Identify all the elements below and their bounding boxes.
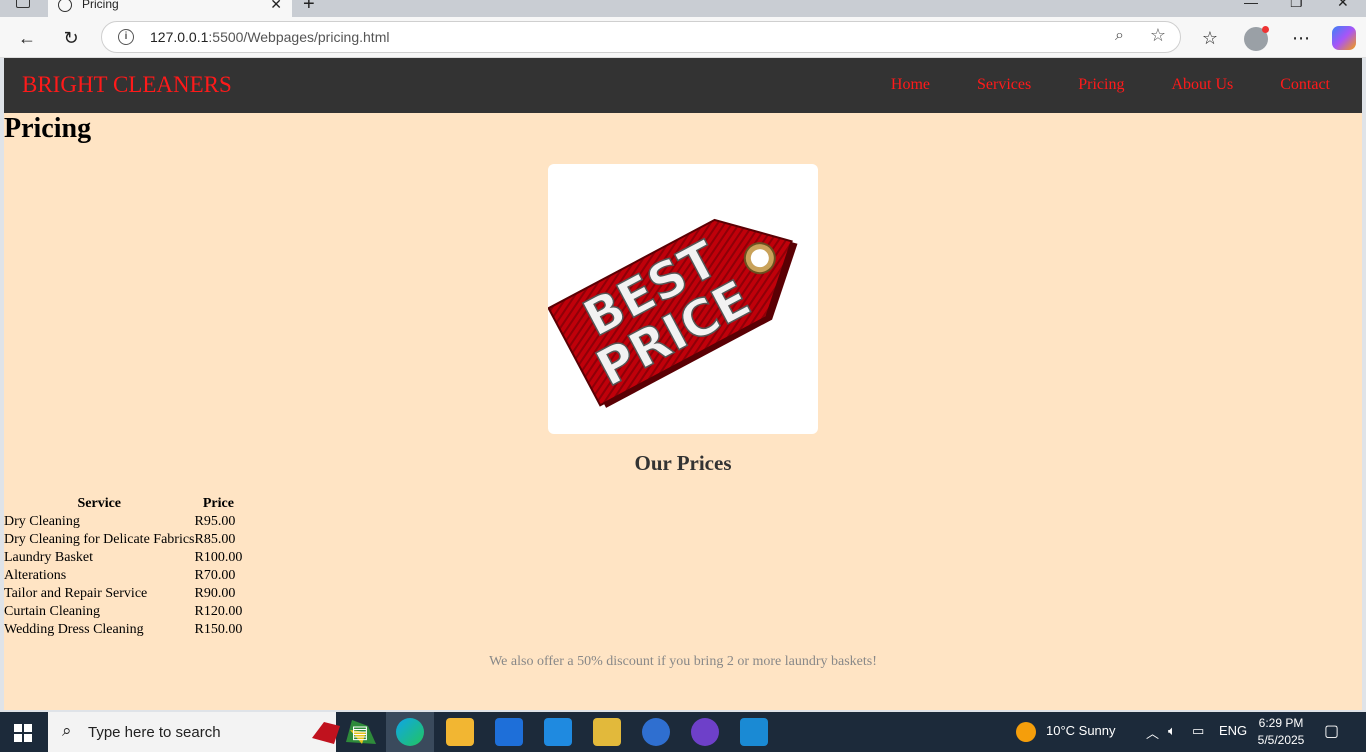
task-view-icon[interactable]: ▤ [346,718,374,746]
price-tag-graphic: BEST PRICE [547,218,798,408]
notifications-icon[interactable]: ▢ [1324,721,1339,741]
more-menu-icon[interactable]: ⋯ [1288,25,1314,51]
tab-title: Pricing [82,0,119,11]
windows-taskbar: ⌕ Type here to search ▤ 10°C Sunny ︿ 🔈︎ … [0,712,1366,752]
nav-about-us[interactable]: About Us [1171,76,1233,94]
header-price: Price [202,496,234,511]
back-icon[interactable]: ← [14,25,40,51]
restore-icon[interactable]: ❐ [1290,0,1303,11]
site-navbar: BRIGHT CLEANERS Home Services Pricing Ab… [4,58,1362,113]
reload-icon[interactable]: ↻ [58,25,84,51]
github-desktop-icon[interactable] [691,718,719,746]
windows-start-icon[interactable] [14,724,32,742]
favorites-icon[interactable]: ☆ [1197,25,1223,51]
service-cell: Alterations [4,568,67,583]
weather-sun-icon[interactable] [1016,722,1036,742]
table-header-row: Service Price [4,495,242,513]
price-cell: R150.00 [194,622,243,637]
price-cell: R90.00 [194,586,236,601]
url-text[interactable]: 127.0.0.1:5500/Webpages/pricing.html [150,29,389,45]
table-row: Alterations R70.00 [4,567,242,585]
favorite-star-icon[interactable]: ☆ [1150,25,1166,46]
new-tab-icon[interactable]: + [303,0,315,16]
file-explorer-icon[interactable] [446,718,474,746]
nav-services[interactable]: Services [977,76,1031,94]
nav-links: Home Services Pricing About Us Contact [844,76,1330,94]
site-info-icon[interactable]: i [118,29,134,45]
section-title: Our Prices [634,451,732,475]
browser-toolbar: ← ↻ i 127.0.0.1:5500/Webpages/pricing.ht… [0,17,1366,58]
header-service: Service [77,496,122,511]
discount-note: We also offer a 50% discount if you brin… [489,654,877,669]
browser-tab[interactable]: Pricing ✕ [48,0,292,17]
price-cell: R95.00 [194,514,236,529]
mail-icon[interactable] [544,718,572,746]
best-price-image: BEST PRICE [547,164,818,434]
tray-chevron-icon[interactable]: ︿ [1146,723,1159,742]
edge-browser-icon[interactable] [396,718,424,746]
price-cell: R100.00 [194,550,243,565]
table-row: Dry Cleaning R95.00 [4,513,242,531]
store-icon[interactable] [495,718,523,746]
price-cell: R85.00 [194,532,236,547]
tab-strip: Pricing ✕ + — ❐ ✕ [0,0,1366,17]
close-window-icon[interactable]: ✕ [1337,0,1349,11]
globe-icon [58,0,72,12]
nav-pricing[interactable]: Pricing [1078,76,1124,94]
zoom-icon[interactable]: ⌕ [1115,27,1124,45]
minimize-icon[interactable]: — [1244,0,1258,10]
table-row: Laundry Basket R100.00 [4,549,242,567]
table-row: Dry Cleaning for Delicate Fabrics R85.00 [4,531,242,549]
price-table: Service Price Dry Cleaning R95.00 Dry Cle… [4,495,242,639]
tab-actions-icon[interactable] [16,0,30,8]
accessibility-app-icon[interactable] [642,718,670,746]
service-cell: Laundry Basket [4,550,94,565]
notification-dot [1262,26,1269,33]
table-row: Wedding Dress Cleaning R150.00 [4,621,242,639]
table-row: Curtain Cleaning R120.00 [4,603,242,621]
service-cell: Wedding Dress Cleaning [4,622,144,637]
price-cell: R70.00 [194,568,236,583]
language-indicator[interactable]: ENG [1219,723,1247,738]
page-viewport: BRIGHT CLEANERS Home Services Pricing Ab… [4,58,1362,710]
service-cell: Curtain Cleaning [4,604,101,619]
nav-contact[interactable]: Contact [1280,76,1330,94]
clock-date: 5/5/2025 [1257,733,1305,747]
nav-home[interactable]: Home [891,76,930,94]
weather-text[interactable]: 10°C Sunny [1046,723,1116,738]
paint-app-icon[interactable] [593,718,621,746]
search-icon: ⌕ [62,721,72,740]
address-bar[interactable]: i 127.0.0.1:5500/Webpages/pricing.html ⌕… [101,21,1181,53]
taskbar-search[interactable]: ⌕ Type here to search [48,712,376,752]
service-cell: Dry Cleaning [4,514,80,529]
service-cell: Tailor and Repair Service [4,586,148,601]
site-brand[interactable]: BRIGHT CLEANERS [22,72,232,98]
system-clock[interactable]: 6:29 PM 5/5/2025 [1256,715,1306,749]
page-title: Pricing [4,113,92,144]
service-cell: Dry Cleaning for Delicate Fabrics [4,532,195,547]
close-tab-icon[interactable]: ✕ [270,0,282,13]
volume-icon[interactable]: 🔈︎ [1168,723,1176,739]
price-cell: R120.00 [194,604,243,619]
table-row: Tailor and Repair Service R90.00 [4,585,242,603]
vscode-icon[interactable] [740,718,768,746]
search-placeholder: Type here to search [88,724,221,741]
clock-time: 6:29 PM [1258,716,1304,730]
network-icon[interactable]: ▭ [1192,723,1204,739]
copilot-icon[interactable] [1332,26,1356,50]
